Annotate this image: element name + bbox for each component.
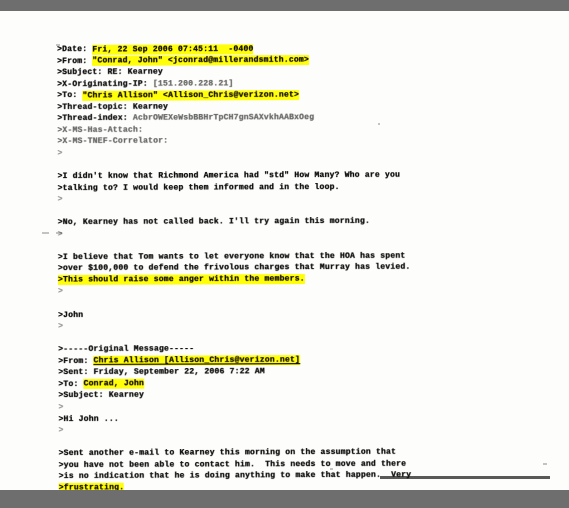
header-value-subject: RE: Kearney	[107, 67, 163, 77]
document-viewer: >Date: Fri, 22 Sep 2006 07:45:11 -0400 >…	[0, 0, 569, 508]
quoted-label-from: From:	[63, 356, 89, 366]
header-label-originating-ip: X-Originating-IP:	[62, 79, 148, 89]
scanned-page: >Date: Fri, 22 Sep 2006 07:45:11 -0400 >…	[0, 11, 569, 490]
quoted-label-sent: Sent:	[63, 368, 89, 378]
highlighted-text: >This should raise some anger within the…	[57, 274, 305, 286]
header-value-from: "Conrad, John" <jconrad@millerandsmith.c…	[92, 55, 309, 66]
header-label-thread-index: Thread-index:	[62, 114, 128, 124]
header-value-thread-topic: Kearney	[132, 102, 169, 112]
scan-speckle	[42, 232, 49, 234]
header-label-has-attach: X-MS-Has-Attach:	[62, 125, 143, 135]
header-label-date: Date:	[62, 44, 88, 54]
email-text-block: >Date: Fri, 22 Sep 2006 07:45:11 -0400 >…	[57, 42, 529, 490]
viewer-bottom-bar	[0, 490, 569, 508]
header-value-originating-ip: [151.200.228.21]	[152, 78, 234, 89]
viewer-top-bar	[0, 0, 569, 11]
quoted-value-sent: Friday, September 22, 2006 7:22 AM	[93, 367, 265, 378]
header-label-subject: Subject:	[62, 67, 103, 78]
quoted-value-to: Conrad, John	[83, 379, 144, 390]
header-value-date: Fri, 22 Sep 2006 07:45:11 -0400	[92, 43, 254, 55]
body-text: >is no indication that he is doing anyth…	[58, 470, 412, 482]
header-label-from: From:	[62, 56, 88, 66]
quoted-label-to: To:	[63, 379, 79, 389]
body-line-highlighted: >frustrating.	[58, 481, 529, 490]
header-label-tnef: X-MS-TNEF-Correlator:	[62, 136, 169, 147]
header-label-thread-topic: Thread-topic:	[62, 102, 128, 112]
quoted-value-subject: Kearney	[108, 391, 145, 401]
highlighted-text: >frustrating.	[58, 483, 125, 490]
quoted-label-subject: Subject:	[63, 391, 104, 401]
header-label-to: To:	[62, 91, 78, 101]
header-value-thread-index: AcbrOWEXeWsbBBHrTpCH7gnSAXvkhAABxOeg	[132, 113, 315, 123]
quoted-value-from: Chris Allison [Allison_Chris@verizon.net…	[93, 355, 301, 367]
scan-speckle	[543, 463, 547, 465]
header-value-to: "Chris Allison" <Allison_Chris@verizon.n…	[82, 89, 300, 101]
